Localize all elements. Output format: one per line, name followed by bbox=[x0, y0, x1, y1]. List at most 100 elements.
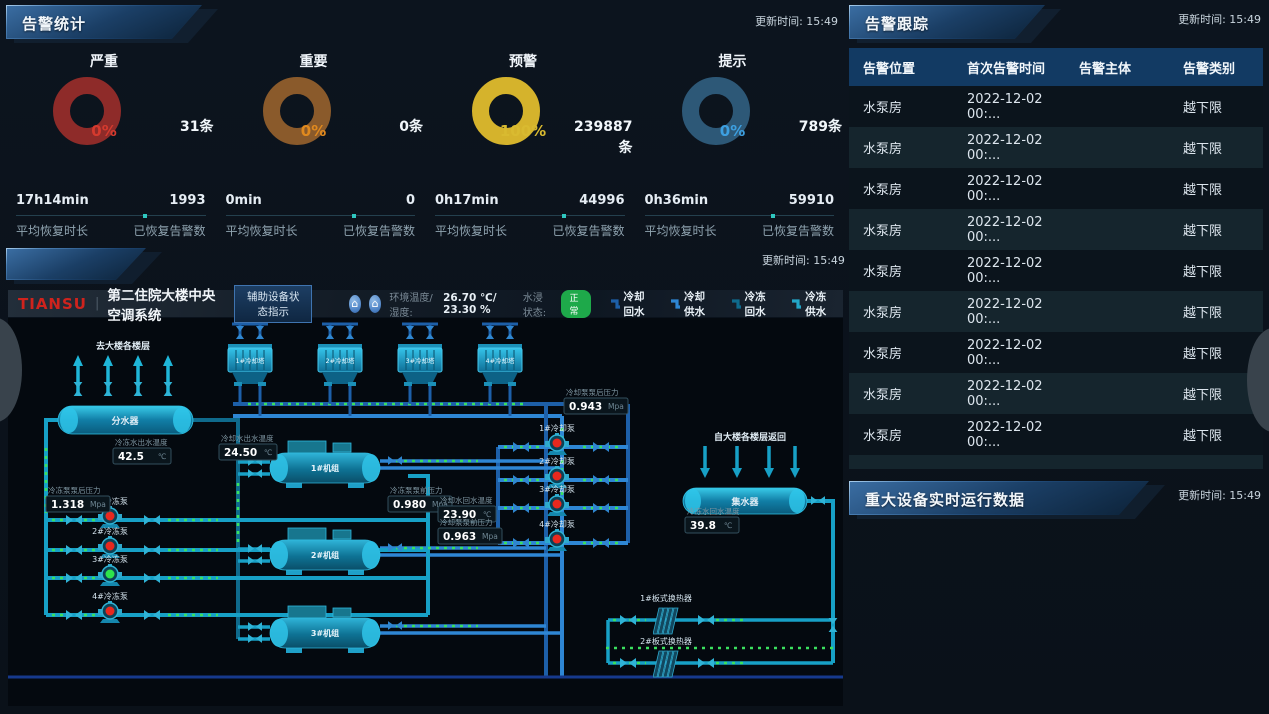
recovered-count-value: 0 bbox=[406, 193, 415, 208]
cell-location: 水泵房 bbox=[863, 138, 967, 157]
pump-label: 4#冷冻泵 bbox=[92, 591, 128, 601]
exchanger-label: 2#板式换热器 bbox=[640, 636, 692, 646]
table-row[interactable]: 水泵房 2022-12-02 00:... 越下限 bbox=[849, 86, 1263, 127]
gauge-hint: 提示 0% 789条 0h36min 59910 平均恢复时长 已恢复告警数 bbox=[635, 43, 845, 239]
gauge-divider bbox=[435, 215, 625, 216]
cell-location: 水泵房 bbox=[863, 343, 967, 362]
svg-text:39.8: 39.8 bbox=[690, 520, 716, 532]
table-row[interactable]: 水泵房 2022-12-02 00:... 越下限 bbox=[849, 168, 1263, 209]
pipe-elbow-icon bbox=[790, 298, 801, 310]
reading-chw-supply: 冷冻水出水温度 42.5 ℃ bbox=[113, 437, 171, 464]
table-row[interactable]: 水泵房 2022-12-02 00:... 越下限 bbox=[849, 127, 1263, 168]
svg-text:℃: ℃ bbox=[264, 448, 272, 457]
svg-text:冷却水出水温度: 冷却水出水温度 bbox=[221, 433, 274, 443]
pump-label: 2#冷却泵 bbox=[539, 456, 575, 466]
cell-first-time: 2022-12-02 00:... bbox=[967, 133, 1079, 163]
cell-first-time: 2022-12-02 00:... bbox=[967, 92, 1079, 122]
scada-header-bar: TIANSU | 第二住院大楼中央空调系统 辅助设备状态指示 ⌂ ⌂ 环境温度/… bbox=[8, 290, 843, 318]
gauge-title: 提示 bbox=[719, 51, 747, 71]
scada-title: 第二住院大楼中央空调系统 bbox=[107, 284, 218, 324]
svg-text:冷却泵泵后压力: 冷却泵泵后压力 bbox=[566, 387, 619, 397]
avg-recovery-value: 0min bbox=[226, 193, 262, 208]
pump-label: 1#冷却泵 bbox=[539, 423, 575, 433]
gauge-title: 预警 bbox=[509, 51, 537, 71]
reading-chwp-after: 冷冻泵泵后压力 1.318 Mpa bbox=[46, 485, 110, 512]
cell-location: 水泵房 bbox=[863, 384, 967, 403]
table-row[interactable]: 水泵房 2022-12-02 00:... 越下限 bbox=[849, 332, 1263, 373]
cell-first-time: 2022-12-02 00:... bbox=[967, 420, 1079, 450]
cell-category: 越下限 bbox=[1183, 220, 1269, 239]
scada-panel: TIANSU | 第二住院大楼中央空调系统 辅助设备状态指示 ⌂ ⌂ 环境温度/… bbox=[8, 290, 843, 706]
recovered-count-value: 1993 bbox=[169, 193, 205, 208]
to-floors-label: 去大楼各楼层 bbox=[96, 340, 150, 352]
avg-recovery-value: 0h36min bbox=[645, 193, 709, 208]
recovered-count-label: 已恢复告警数 bbox=[762, 222, 834, 239]
cell-category: 越下限 bbox=[1183, 179, 1269, 198]
cell-location: 水泵房 bbox=[863, 425, 967, 444]
table-row[interactable]: 水泵房 2022-12-02 00:... 越下限 bbox=[849, 373, 1263, 414]
home-icon[interactable]: ⌂ bbox=[369, 295, 381, 313]
table-row[interactable]: 水泵房 2022-12-02 00:... 越下限 bbox=[849, 209, 1263, 250]
pump-status-light bbox=[553, 472, 562, 481]
alarm-track-tab: 告警跟踪 bbox=[849, 5, 1045, 39]
cell-first-time: 2022-12-02 00:... bbox=[967, 256, 1079, 286]
gauge-critical: 严重 0% 31条 17h14min 1993 平均恢复时长 已恢复告警数 bbox=[6, 43, 216, 239]
table-row[interactable]: 水泵房 2022-12-02 00:... 越下限 bbox=[849, 414, 1263, 455]
chiller-label: 3#机组 bbox=[311, 628, 339, 638]
donut-percent: 0% bbox=[720, 122, 745, 140]
svg-text:Mpa: Mpa bbox=[608, 402, 624, 411]
pump-status-light bbox=[106, 542, 115, 551]
equipment-panel-title: 重大设备实时运行数据 bbox=[865, 489, 1025, 510]
pump-label: 3#冷冻泵 bbox=[92, 554, 128, 564]
home-icon[interactable]: ⌂ bbox=[349, 295, 361, 313]
table-row[interactable]: 水泵房 2022-12-02 00:... 越下限 bbox=[849, 250, 1263, 291]
svg-text:冷冻泵泵前压力: 冷冻泵泵前压力 bbox=[390, 485, 443, 495]
tiansu-logo: TIANSU bbox=[18, 295, 87, 313]
avg-recovery-label: 平均恢复时长 bbox=[645, 222, 717, 239]
svg-text:0.943: 0.943 bbox=[569, 401, 602, 413]
svg-text:42.5: 42.5 bbox=[118, 451, 144, 463]
avg-recovery-label: 平均恢复时长 bbox=[435, 222, 507, 239]
col-subject: 告警主体 bbox=[1079, 58, 1183, 77]
scada-update-time: 更新时间: 15:49 bbox=[762, 252, 845, 268]
cell-category: 越下限 bbox=[1183, 261, 1269, 280]
pump-status-light bbox=[553, 500, 562, 509]
distributor-label: 分水器 bbox=[111, 415, 139, 427]
cell-location: 水泵房 bbox=[863, 220, 967, 239]
alarm-table: 告警位置 首次告警时间 告警主体 告警类别 水泵房 2022-12-02 00:… bbox=[849, 48, 1263, 469]
pump-status-light bbox=[106, 607, 115, 616]
table-row[interactable]: 水泵房 2022-12-02 00:... 越下限 bbox=[849, 291, 1263, 332]
pipe-elbow-icon bbox=[669, 298, 680, 310]
svg-text:Mpa: Mpa bbox=[90, 500, 106, 509]
donut-percent: 0% bbox=[301, 122, 326, 140]
alarm-track-update-time: 更新时间: 15:49 bbox=[1178, 11, 1261, 27]
exchanger-label: 1#板式换热器 bbox=[640, 593, 692, 603]
recovered-count-value: 59910 bbox=[789, 193, 834, 208]
svg-text:Mpa: Mpa bbox=[482, 532, 498, 541]
separator: | bbox=[95, 296, 99, 311]
gauge-warning: 预警 100% 239887条 0h17min 44996 平均恢复时长 已恢复… bbox=[425, 43, 635, 239]
alarm-track-title: 告警跟踪 bbox=[865, 13, 929, 34]
water-leak-status-badge: 正常 bbox=[561, 290, 591, 318]
gauge-count: 789条 bbox=[780, 117, 842, 138]
cell-first-time: 2022-12-02 00:... bbox=[967, 379, 1079, 409]
chiller-2: 2#机组 bbox=[248, 528, 402, 575]
tower-label: 3#冷却塔 bbox=[405, 356, 435, 365]
aux-equipment-status-button[interactable]: 辅助设备状态指示 bbox=[234, 285, 312, 323]
cell-first-time: 2022-12-02 00:... bbox=[967, 297, 1079, 327]
svg-text:24.50: 24.50 bbox=[224, 447, 257, 459]
recovered-count-label: 已恢复告警数 bbox=[343, 222, 415, 239]
legend-cooling-return: 冷却回水 bbox=[609, 289, 652, 319]
legend-cooling-supply: 冷却供水 bbox=[669, 289, 712, 319]
pump-label: 3#冷却泵 bbox=[539, 484, 575, 494]
svg-text:冷冻水出水温度: 冷冻水出水温度 bbox=[115, 437, 168, 447]
to-floors-arrows: 去大楼各楼层 bbox=[73, 340, 173, 396]
legend-chilled-supply: 冷冻供水 bbox=[790, 289, 833, 319]
cell-location: 水泵房 bbox=[863, 302, 967, 321]
cell-first-time: 2022-12-02 00:... bbox=[967, 338, 1079, 368]
col-category: 告警类别 bbox=[1183, 58, 1269, 77]
svg-text:℃: ℃ bbox=[158, 452, 166, 461]
gauge-count: 0条 bbox=[361, 117, 423, 138]
scada-panel-tab bbox=[6, 248, 146, 280]
cell-first-time: 2022-12-02 00:... bbox=[967, 215, 1079, 245]
